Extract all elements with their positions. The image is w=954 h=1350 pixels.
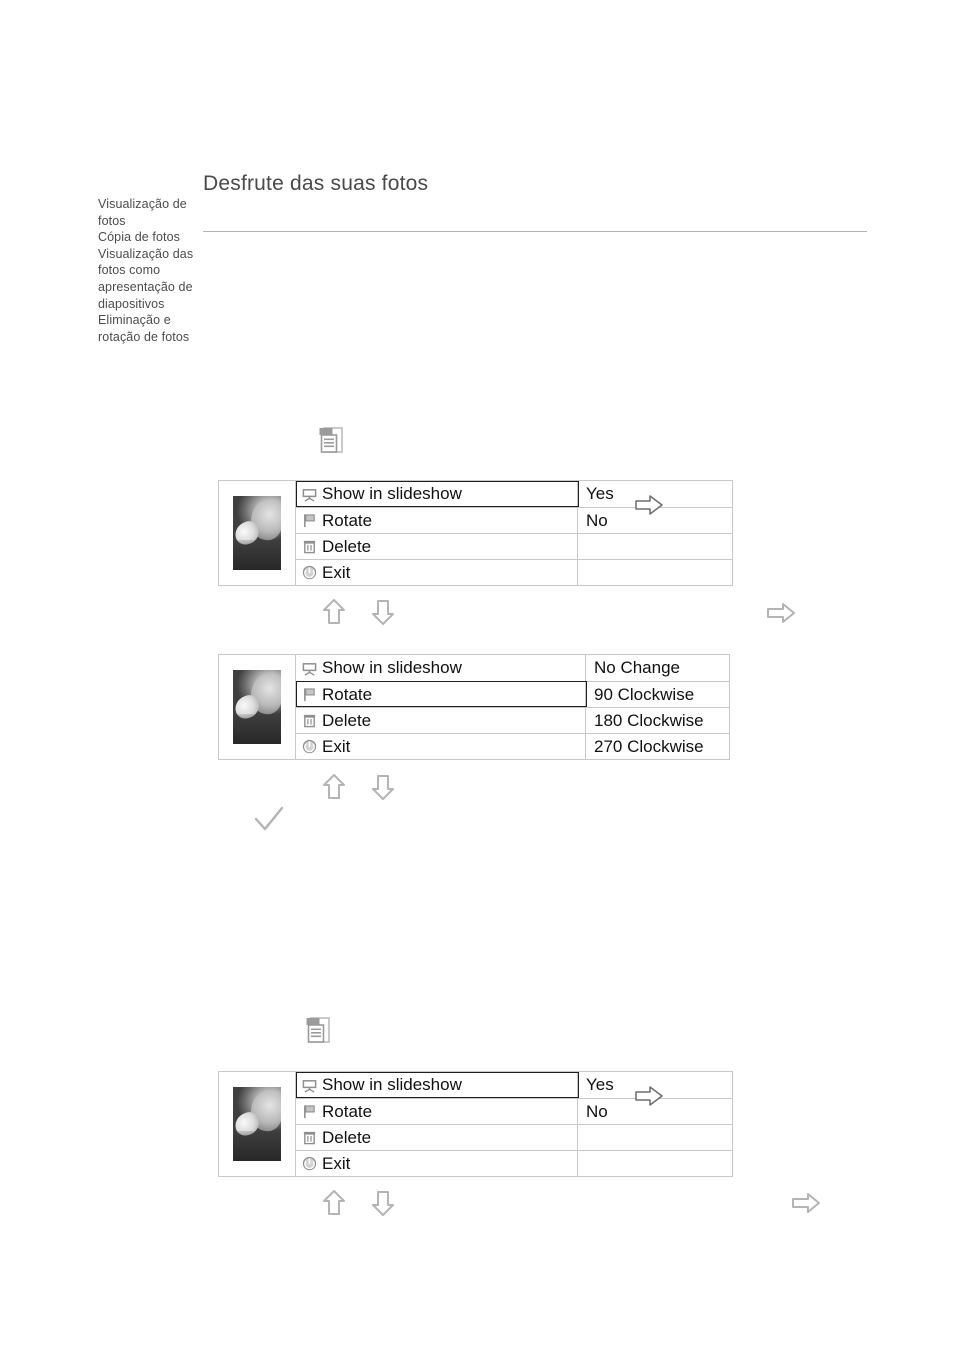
menu-row-label-cell: Show in slideshow (296, 481, 578, 507)
photo-thumbnail (233, 496, 281, 570)
nav-arrow-up-2[interactable] (322, 773, 346, 806)
menu-row[interactable]: Show in slideshow Yes (296, 481, 732, 507)
menu-row-label-cell: Rotate (296, 507, 578, 533)
menu-row-label-cell: Exit (296, 559, 578, 585)
menu-row[interactable]: Delete 180 Clockwise (296, 707, 729, 733)
menu-row-label-cell: Rotate (296, 681, 586, 707)
sidebar-item-apresentacao-diapositivos[interactable]: Visualização das fotos como apresentação… (98, 246, 204, 312)
menu-row[interactable]: Rotate 90 Clockwise (296, 681, 729, 707)
nav-arrow-down-2[interactable] (371, 773, 395, 806)
flag-icon (302, 687, 317, 702)
menu-row-label: Exit (322, 736, 351, 756)
nav-arrow-down-3[interactable] (371, 1189, 395, 1222)
power-icon (302, 739, 317, 754)
menu-row-value[interactable] (578, 1150, 732, 1176)
title-divider (203, 231, 867, 232)
sidebar-item-copia-de-fotos[interactable]: Cópia de fotos (98, 229, 204, 246)
menu-row-value[interactable]: No Change (586, 655, 729, 681)
menu-rows: Show in slideshow No Change Rotate 90 Clock… (296, 655, 729, 759)
photo-options-menu-2[interactable]: Show in slideshow No Change Rotate 90 Clock… (218, 654, 730, 760)
menu-row-label-cell: Show in slideshow (296, 655, 586, 681)
menu-row-label-cell: Delete (296, 707, 586, 733)
menu-row-value[interactable]: 90 Clockwise (586, 681, 729, 707)
trash-icon (302, 539, 317, 554)
menu-row[interactable]: Rotate No (296, 1098, 732, 1124)
flag-icon (302, 1104, 317, 1119)
menu-row-label: Delete (322, 1127, 372, 1147)
menu-row-label-cell: Delete (296, 533, 578, 559)
menu-row[interactable]: Show in slideshow Yes (296, 1072, 732, 1098)
menu-row-label: Show in slideshow (322, 658, 462, 677)
menu-row-label-cell: Delete (296, 1124, 578, 1150)
nav-arrow-down-1[interactable] (371, 598, 395, 631)
menu-row[interactable]: Exit (296, 559, 732, 585)
arrow-right-icon (634, 494, 664, 516)
confirm-check-icon[interactable] (252, 805, 286, 840)
menu-row-label: Rotate (322, 1101, 373, 1121)
flag-icon (302, 513, 317, 528)
nav-arrow-right-1[interactable] (766, 602, 796, 629)
nav-arrow-right-3[interactable] (791, 1192, 821, 1219)
arrow-right-icon-3 (634, 1085, 664, 1107)
nav-arrow-up-3[interactable] (322, 1189, 346, 1222)
power-icon (302, 565, 317, 580)
photo-thumbnail-cell (219, 481, 296, 585)
slideshow-projector-icon (302, 661, 317, 676)
menu-rows: Show in slideshow Yes Rotate No Delete Exit (296, 1072, 732, 1176)
document-menu-icon (318, 427, 344, 457)
menu-row-label: Rotate (322, 684, 373, 704)
menu-row-value[interactable] (578, 559, 732, 585)
document-menu-icon-2 (305, 1017, 331, 1047)
nav-arrow-up-1[interactable] (322, 598, 346, 631)
menu-row[interactable]: Exit (296, 1150, 732, 1176)
slideshow-projector-icon (302, 1078, 317, 1093)
menu-row-label: Show in slideshow (322, 1075, 462, 1094)
trash-icon (302, 1130, 317, 1145)
menu-row-label-cell: Exit (296, 1150, 578, 1176)
menu-row-label-cell: Show in slideshow (296, 1072, 578, 1098)
menu-row-label: Show in slideshow (322, 484, 462, 503)
menu-row-value[interactable]: 270 Clockwise (586, 733, 729, 759)
menu-row-value[interactable] (578, 1124, 732, 1150)
menu-row-value[interactable]: 180 Clockwise (586, 707, 729, 733)
menu-row-label: Delete (322, 710, 372, 730)
sidebar-item-eliminacao-rotacao[interactable]: Eliminação e rotação de fotos (98, 312, 204, 345)
photo-options-menu-3[interactable]: Show in slideshow Yes Rotate No Delete Exit (218, 1071, 733, 1177)
page-title: Desfrute das suas fotos (203, 172, 429, 195)
menu-row-label: Exit (322, 562, 351, 582)
menu-row[interactable]: Delete (296, 533, 732, 559)
photo-options-menu-1[interactable]: Show in slideshow Yes Rotate No Delete Exit (218, 480, 733, 586)
photo-thumbnail (233, 1087, 281, 1161)
photo-thumbnail (233, 670, 281, 744)
menu-row-value[interactable] (578, 533, 732, 559)
sidebar-toc: Visualização de fotos Cópia de fotos Vis… (98, 196, 204, 345)
slideshow-projector-icon (302, 487, 317, 502)
menu-row[interactable]: Rotate No (296, 507, 732, 533)
menu-row-label: Exit (322, 1153, 351, 1173)
menu-rows: Show in slideshow Yes Rotate No Delete Exit (296, 481, 732, 585)
photo-thumbnail-cell (219, 1072, 296, 1176)
menu-row[interactable]: Delete (296, 1124, 732, 1150)
trash-icon (302, 713, 317, 728)
photo-thumbnail-cell (219, 655, 296, 759)
menu-row-label-cell: Rotate (296, 1098, 578, 1124)
menu-row-label-cell: Exit (296, 733, 586, 759)
menu-row[interactable]: Show in slideshow No Change (296, 655, 729, 681)
menu-row-label: Rotate (322, 510, 373, 530)
power-icon (302, 1156, 317, 1171)
menu-row-label: Delete (322, 536, 372, 556)
sidebar-item-visualizacao-de-fotos[interactable]: Visualização de fotos (98, 196, 204, 229)
menu-row[interactable]: Exit 270 Clockwise (296, 733, 729, 759)
